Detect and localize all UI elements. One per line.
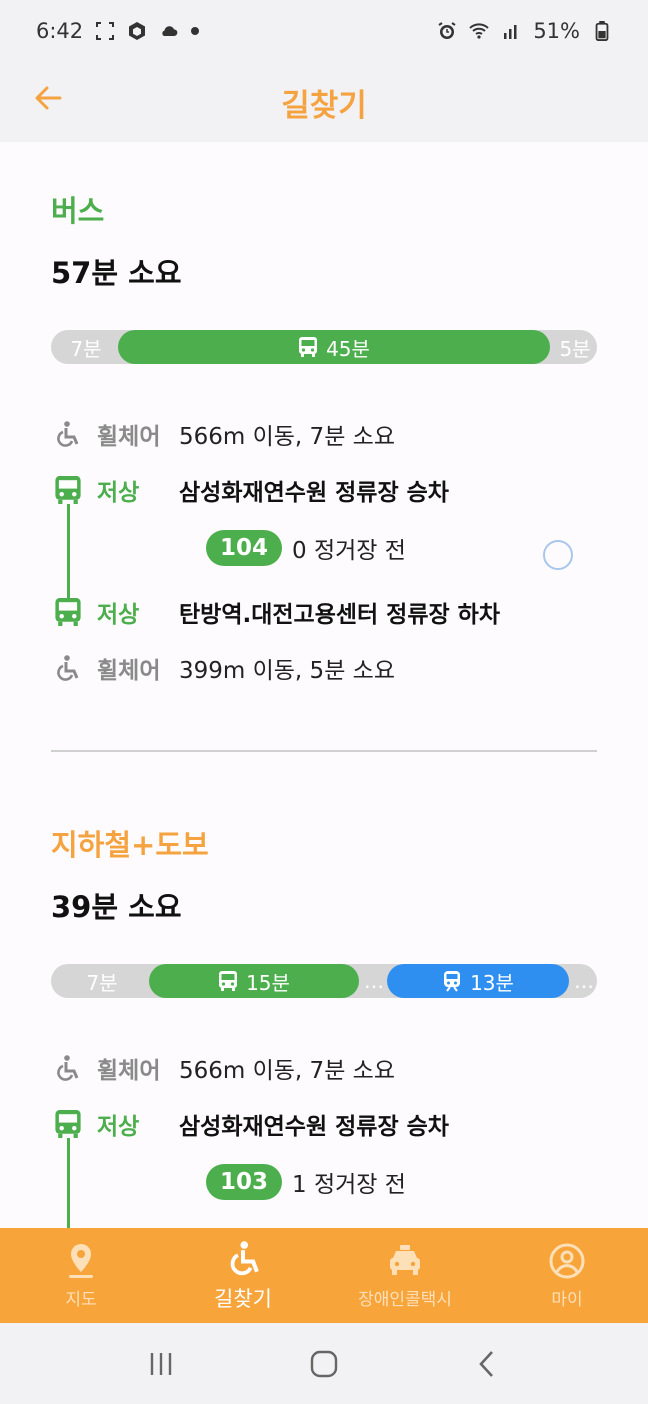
nav-label: 마이: [551, 1290, 583, 1310]
bus-icon: [55, 598, 81, 626]
wheelchair-icon: [230, 1240, 259, 1275]
nav-label: 장애인콜택시: [358, 1290, 452, 1310]
nav-directions[interactable]: 길찾기: [162, 1228, 324, 1323]
step-mode-label: 저상: [97, 1114, 140, 1140]
home-icon: [310, 1350, 338, 1377]
route-timeline-bar: 7분 15분 … 13분 …: [51, 964, 597, 998]
nav-my[interactable]: 마이: [486, 1228, 648, 1323]
route-type: 버스: [51, 194, 105, 228]
stops-away: 1 정거장 전: [292, 1172, 406, 1198]
home-button[interactable]: [304, 1344, 344, 1384]
step-mode-label: 휠체어: [97, 424, 161, 450]
nav-map[interactable]: 지도: [0, 1228, 162, 1323]
step-mode-label: 저상: [97, 602, 140, 628]
subway-icon: [444, 971, 461, 992]
chevron-left-icon: [478, 1350, 493, 1377]
step-mode-label: 저상: [97, 480, 140, 506]
alarm-icon: [438, 22, 456, 39]
step-description: 삼성화재연수원 정류장 승차: [179, 480, 449, 506]
cloud-icon: [162, 26, 178, 36]
status-bar: 6:42 51%: [0, 0, 648, 62]
segment-gap: …: [569, 964, 599, 998]
back-button[interactable]: [28, 78, 68, 118]
app-header: 길찾기: [0, 62, 648, 142]
route-total-time: 57분 소요: [51, 256, 182, 290]
bottom-nav: 지도 길찾기 장애인콜택시 마이: [0, 1228, 648, 1323]
route-timeline-bar: 7분 45분 5분: [51, 330, 597, 364]
bus-icon: [299, 337, 318, 357]
step-walk: 휠체어 566m 이동, 7분 소요: [51, 1050, 597, 1086]
segment-label: 5분: [559, 336, 591, 361]
bus-icon: [219, 971, 238, 991]
route-divider: [51, 750, 597, 752]
back-arrow-icon: [35, 86, 62, 110]
segment-walk-start: 7분: [51, 330, 121, 364]
route-type: 지하철+도보: [51, 828, 209, 862]
segment-subway: 13분: [387, 964, 569, 998]
step-mode-label: 휠체어: [97, 1058, 161, 1084]
segment-label: 45분: [326, 336, 370, 361]
segment-bus: 15분: [149, 964, 359, 998]
segment-label: …: [574, 969, 594, 993]
segment-walk-end: 5분: [547, 330, 603, 364]
bus-number-badge: 104: [206, 530, 283, 566]
notification-dot-icon: [191, 27, 200, 35]
wheelchair-icon: [57, 1055, 79, 1081]
recent-apps-button[interactable]: [141, 1344, 181, 1384]
battery-percent: 51%: [533, 19, 580, 43]
wheelchair-icon: [57, 655, 79, 681]
battery-icon: [595, 21, 609, 41]
segment-label: …: [364, 969, 384, 993]
step-mode-label: 휠체어: [97, 658, 161, 684]
segment-label: 7분: [86, 970, 118, 995]
nav-label: 길찾기: [214, 1286, 272, 1311]
wheelchair-icon: [57, 421, 79, 447]
segment-walk-start: 7분: [51, 964, 153, 998]
bus-icon: [55, 476, 81, 504]
bus-icon: [55, 1110, 81, 1138]
step-description: 566m 이동, 7분 소요: [179, 1058, 395, 1084]
bus-ride-line: [67, 1138, 70, 1228]
app-box-icon: [129, 22, 146, 40]
route-total-time: 39분 소요: [51, 890, 182, 924]
nav-call-taxi[interactable]: 장애인콜택시: [324, 1228, 486, 1323]
route-card-subway[interactable]: 지하철+도보 39분 소요 7분 15분 … 13분 … 휠체어 566m 이동…: [51, 822, 597, 1228]
page-title: 길찾기: [281, 87, 367, 124]
taxi-icon: [390, 1245, 420, 1275]
route-card-bus[interactable]: 버스 57분 소요 7분 45분 5분 휠체어 566m 이동, 7분 소요 저…: [51, 188, 597, 684]
screenshot-icon: [96, 22, 115, 40]
step-description: 삼성화재연수원 정류장 승차: [179, 1114, 449, 1140]
segment-gap: …: [359, 964, 389, 998]
bus-arrival-info: 104 0 정거장 전: [206, 530, 406, 566]
step-walk: 휠체어 399m 이동, 5분 소요: [51, 650, 597, 686]
bus-number-badge: 103: [206, 1164, 283, 1200]
signal-icon: [504, 25, 517, 39]
system-back-button[interactable]: [467, 1344, 507, 1384]
wifi-icon: [469, 23, 490, 39]
segment-bus: 45분: [118, 330, 550, 364]
step-alight: 저상 탄방역.대전고용센터 정류장 하차: [51, 594, 597, 630]
step-description: 탄방역.대전고용센터 정류장 하차: [179, 602, 500, 628]
system-navigation-bar: [0, 1323, 648, 1404]
step-board: 저상 삼성화재연수원 정류장 승차: [51, 1106, 597, 1142]
bus-arrival-info: 103 1 정거장 전: [206, 1164, 406, 1200]
stops-away: 0 정거장 전: [292, 538, 406, 564]
touch-indicator: [543, 540, 573, 570]
step-board: 저상 삼성화재연수원 정류장 승차: [51, 472, 597, 508]
step-description: 566m 이동, 7분 소요: [179, 424, 395, 450]
step-description: 399m 이동, 5분 소요: [179, 658, 395, 684]
user-circle-icon: [549, 1243, 585, 1279]
route-list[interactable]: 버스 57분 소요 7분 45분 5분 휠체어 566m 이동, 7분 소요 저…: [0, 142, 648, 1228]
step-walk: 휠체어 566m 이동, 7분 소요: [51, 416, 597, 452]
segment-label: 13분: [470, 970, 514, 995]
segment-label: 7분: [70, 336, 102, 361]
map-pin-icon: [69, 1244, 93, 1278]
recent-apps-icon: [151, 1352, 172, 1375]
nav-label: 지도: [65, 1290, 97, 1310]
segment-label: 15분: [246, 970, 290, 995]
status-time: 6:42: [36, 19, 84, 43]
